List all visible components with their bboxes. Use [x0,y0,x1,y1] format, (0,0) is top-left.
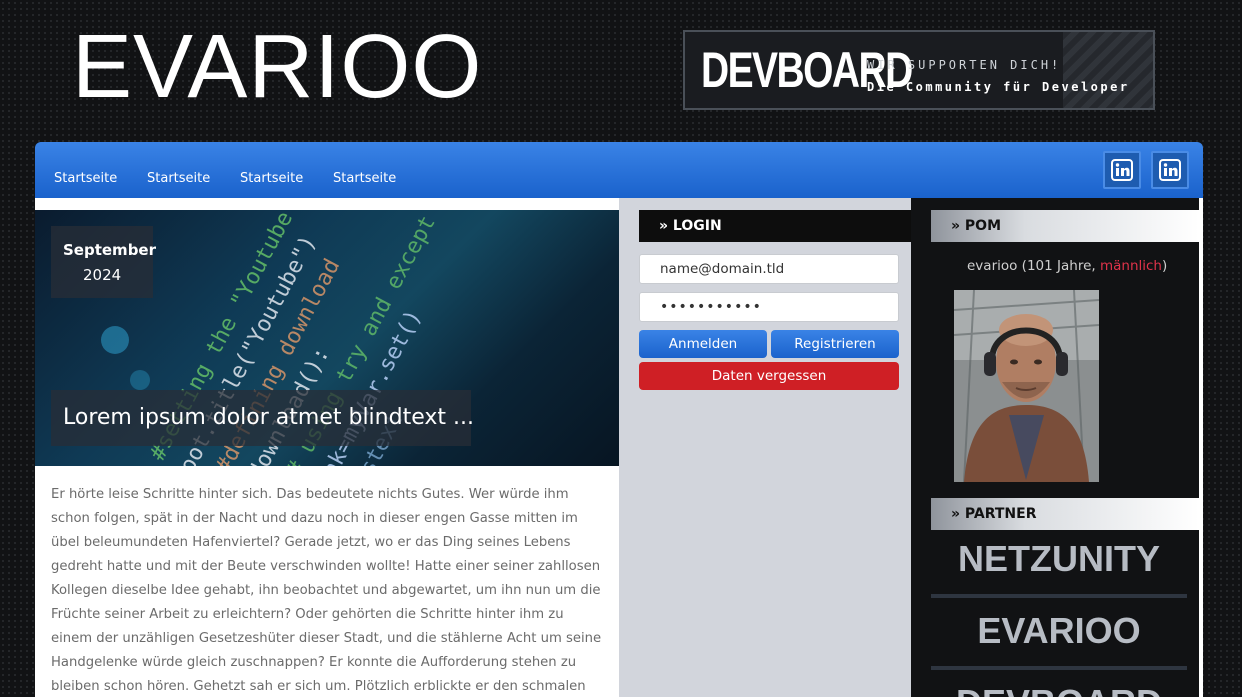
main-navbar: Startseite Startseite Startseite Startse… [35,142,1203,198]
banner-tagline-1: WIR SUPPORTEN DICH! [867,58,1062,72]
login-heading: » LOGIN [639,210,911,242]
pom-user-name[interactable]: evarioo (101 Jahre, [967,258,1100,274]
partner-divider [931,666,1187,670]
post-date-year: 2024 [83,266,122,284]
partner-netzunity[interactable]: NETZUNITY [931,538,1187,580]
pom-user-gender: männlich [1099,258,1162,274]
post-date-month: September [63,241,156,259]
post-date-box [51,226,153,298]
linkedin-icon [1159,159,1181,181]
pom-user-suffix: ) [1161,258,1168,274]
email-field[interactable]: name@domain.tld [639,254,899,284]
pom-user-info: evarioo (101 Jahre, männlich) [967,258,1167,274]
pom-heading: » POM [931,210,1199,242]
login-button[interactable]: Anmelden [639,330,767,358]
register-button[interactable]: Registrieren [771,330,899,358]
linkedin-icon [1111,159,1133,181]
partner-devboard[interactable]: DEVBOARD [931,682,1187,697]
post-body: Er hörte leise Schritte hinter sich. Das… [51,487,602,694]
forgot-data-button[interactable]: Daten vergessen [639,362,899,390]
nav-item-startseite-3[interactable]: Startseite [240,171,303,186]
partner-evarioo[interactable]: EVARIOO [931,610,1187,652]
banner-stripes [1063,32,1153,108]
linkedin-button-1[interactable] [1103,151,1141,189]
post-title[interactable]: Lorem ipsum dolor atmet blindtext ... [63,405,474,430]
password-field[interactable]: ••••••••••• [639,292,899,322]
nav-item-startseite-1[interactable]: Startseite [54,171,117,186]
nav-item-startseite-4[interactable]: Startseite [333,171,396,186]
partner-divider [931,594,1187,598]
devboard-banner[interactable]: DEVBOARD WIR SUPPORTEN DICH! Die Communi… [683,30,1155,110]
linkedin-button-2[interactable] [1151,151,1189,189]
site-title[interactable]: EVARIOO [72,22,482,112]
partner-heading: » PARTNER [931,498,1199,530]
nav-item-startseite-2[interactable]: Startseite [147,171,210,186]
banner-tagline-2: Die Community für Developer [867,80,1130,94]
user-portrait-image [954,290,1099,482]
pom-user-photo[interactable] [954,290,1099,482]
